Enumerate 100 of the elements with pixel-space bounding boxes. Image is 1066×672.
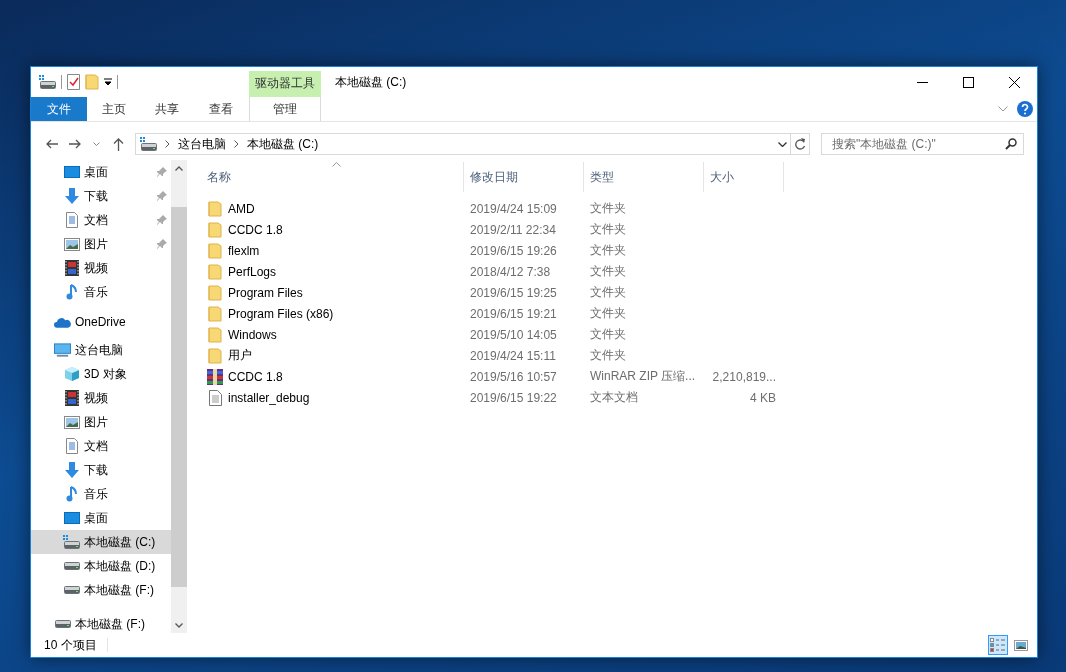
ribbon-tab[interactable]: 共享 <box>140 97 193 121</box>
date-cell: 2018/4/12 7:38 <box>470 264 551 279</box>
monitor-icon <box>63 511 80 525</box>
context-tab-header: 驱动器工具 <box>249 71 321 97</box>
date-cell: 2019/6/15 19:26 <box>470 243 557 258</box>
date-cell: 2019/6/15 19:21 <box>470 306 557 321</box>
nav-item[interactable]: 图片 <box>31 232 171 256</box>
document-icon <box>63 438 80 454</box>
breadcrumb[interactable]: 这台电脑 <box>178 135 226 153</box>
chevron-right-icon[interactable] <box>165 140 170 148</box>
scrollbar-thumb[interactable] <box>171 207 187 587</box>
column-header[interactable]: 类型 <box>584 162 704 192</box>
file-name[interactable]: CCDC 1.8 <box>228 369 283 384</box>
nav-item[interactable]: OneDrive <box>31 310 171 334</box>
date-cell: 2019/5/10 14:05 <box>470 327 557 342</box>
help-icon[interactable] <box>1017 101 1033 117</box>
nav-item[interactable]: 音乐 <box>31 280 171 304</box>
dropdown-icon[interactable] <box>104 78 112 86</box>
file-menu-tab[interactable]: 文件 <box>31 97 87 121</box>
file-name[interactable]: 用户 <box>228 347 252 364</box>
nav-item[interactable]: 音乐 <box>31 482 171 506</box>
date-cell: 2019/4/24 15:09 <box>470 201 557 216</box>
folder-icon <box>207 326 223 343</box>
picture-icon <box>63 415 80 429</box>
folder-icon <box>207 347 223 364</box>
window-title: 本地磁盘 (C:) <box>335 73 407 91</box>
close-icon <box>1008 76 1020 88</box>
file-name[interactable]: flexlm <box>228 243 260 258</box>
folder-icon <box>207 242 223 259</box>
down-arrow-icon <box>63 188 80 204</box>
nav-item[interactable]: 文档 <box>31 208 171 232</box>
file-name[interactable]: Program Files (x86) <box>228 306 334 321</box>
type-cell: 文件夹 <box>590 263 626 280</box>
monitor-icon <box>63 165 80 179</box>
maximize-icon <box>962 76 974 88</box>
nav-item[interactable]: 本地磁盘 (F:) <box>31 578 171 602</box>
document-icon <box>63 212 80 228</box>
properties-icon[interactable] <box>67 74 80 90</box>
type-cell: 文件夹 <box>590 284 626 301</box>
file-name[interactable]: PerfLogs <box>228 264 277 279</box>
picture-icon <box>63 237 80 251</box>
drive-icon[interactable] <box>39 75 56 89</box>
folder-icon <box>207 263 223 280</box>
type-cell: 文件夹 <box>590 242 626 259</box>
nav-item[interactable]: 下载 <box>31 184 171 208</box>
drive-icon <box>63 535 80 549</box>
folder-icon <box>207 221 223 238</box>
nav-item[interactable]: 下载 <box>31 458 171 482</box>
cube-icon <box>63 366 80 382</box>
file-name[interactable]: Program Files <box>228 285 303 300</box>
column-header[interactable]: 大小 <box>704 162 784 192</box>
search-field[interactable]: 搜索"本地磁盘 (C:)" <box>821 133 1024 155</box>
drive-icon <box>140 137 157 151</box>
nav-item[interactable]: 本地磁盘 (F:) <box>31 612 171 633</box>
nav-item[interactable]: 图片 <box>31 410 171 434</box>
date-cell: 2019/6/15 19:22 <box>470 390 557 405</box>
sort-caret-icon <box>332 162 341 167</box>
nav-item[interactable]: 视频 <box>31 386 171 410</box>
nav-item[interactable]: 桌面 <box>31 506 171 530</box>
nav-item[interactable]: 本地磁盘 (C:) <box>31 530 171 554</box>
drive-icon <box>54 620 71 628</box>
cloud-icon <box>54 316 71 328</box>
type-cell: 文本文档 <box>590 389 638 406</box>
scrollbar[interactable] <box>171 160 187 633</box>
type-cell: 文件夹 <box>590 305 626 322</box>
drive-icon <box>63 562 80 570</box>
column-header[interactable]: 名称 <box>201 162 464 192</box>
address-bar[interactable]: 这台电脑 本地磁盘 (C:) <box>135 133 810 155</box>
type-cell: 文件夹 <box>590 200 626 217</box>
film-icon <box>63 390 80 406</box>
nav-item[interactable]: 视频 <box>31 256 171 280</box>
folder-icon <box>207 200 223 217</box>
item-count: 10 个项目 <box>44 636 97 654</box>
nav-item[interactable]: 本地磁盘 (D:) <box>31 554 171 578</box>
film-icon <box>63 260 80 276</box>
file-name[interactable]: installer_debug <box>228 390 310 405</box>
folder-icon <box>207 284 223 301</box>
archive-icon <box>207 368 223 385</box>
file-name[interactable]: Windows <box>228 327 277 342</box>
date-cell: 2019/6/15 19:25 <box>470 285 557 300</box>
nav-item[interactable]: 3D 对象 <box>31 362 171 386</box>
nav-item[interactable]: 桌面 <box>31 160 171 184</box>
breadcrumb[interactable]: 本地磁盘 (C:) <box>247 135 319 153</box>
date-cell: 2019/5/16 10:57 <box>470 369 557 384</box>
type-cell: 文件夹 <box>590 221 626 238</box>
file-name[interactable]: AMD <box>228 201 255 216</box>
type-cell: 文件夹 <box>590 326 626 343</box>
nav-item[interactable]: 这台电脑 <box>31 338 171 362</box>
search-icon <box>1005 138 1017 150</box>
ribbon-tab[interactable]: 主页 <box>87 97 140 121</box>
date-cell: 2019/4/24 15:11 <box>470 348 556 363</box>
type-cell: 文件夹 <box>590 347 626 364</box>
chevron-right-icon[interactable] <box>234 140 239 148</box>
ribbon-tab[interactable]: 查看 <box>193 97 249 121</box>
file-name[interactable]: CCDC 1.8 <box>228 222 283 237</box>
minimize-icon <box>916 81 928 83</box>
text-file-icon <box>207 389 223 406</box>
nav-item[interactable]: 文档 <box>31 434 171 458</box>
column-header[interactable]: 修改日期 <box>464 162 584 192</box>
down-arrow-icon <box>63 462 80 478</box>
